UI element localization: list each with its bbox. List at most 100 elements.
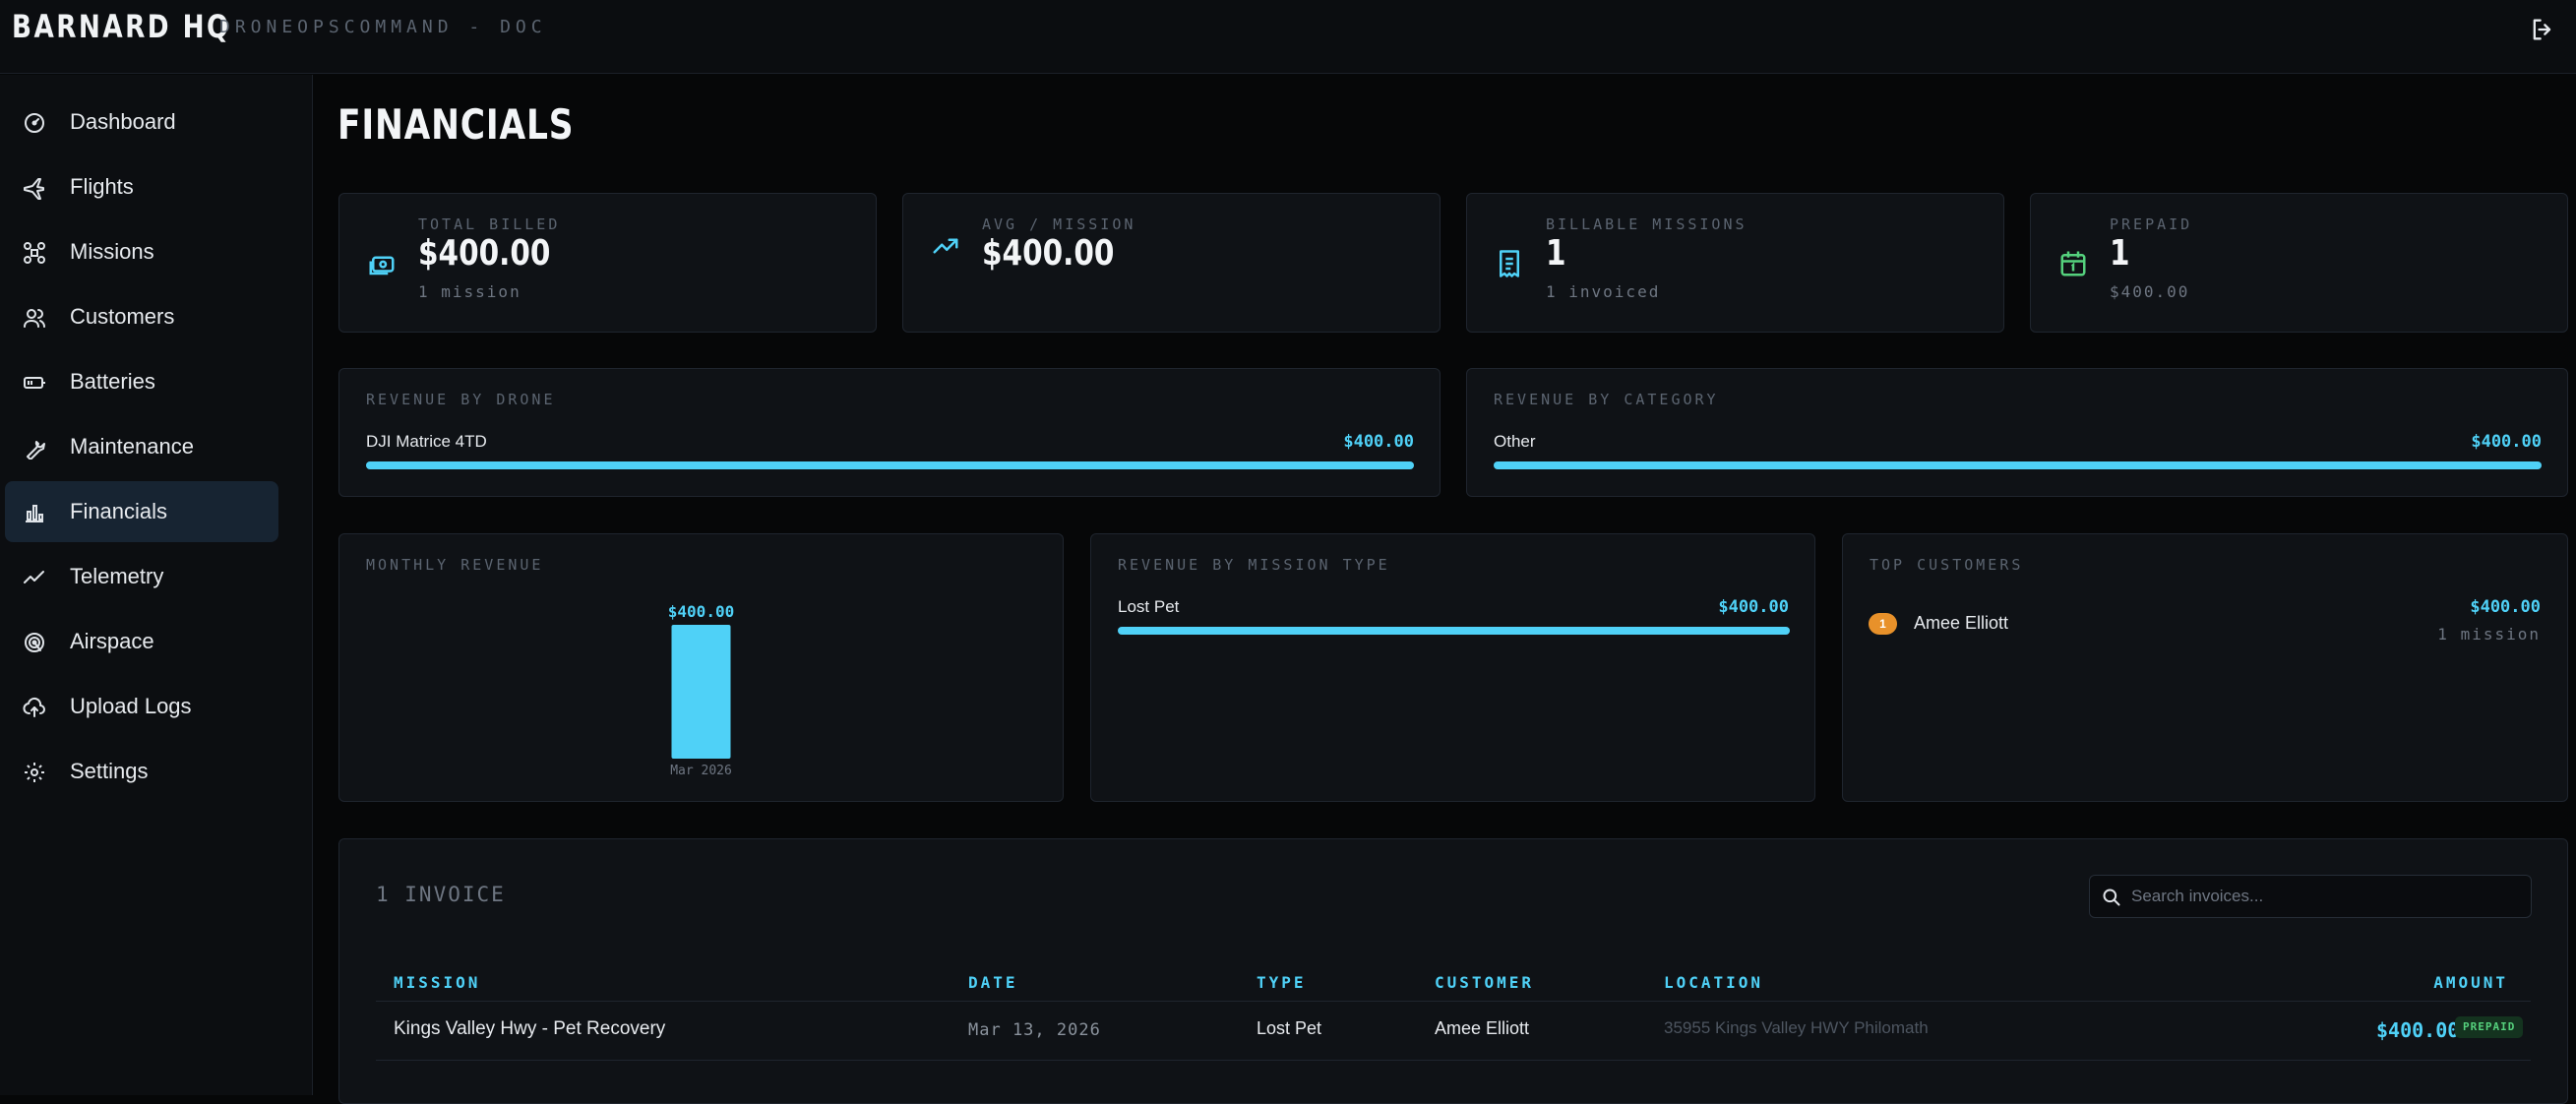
sidebar-item-label: Dashboard	[70, 109, 176, 134]
col-header-type[interactable]: TYPE	[1257, 973, 1307, 992]
drone-revenue: $400.00	[1343, 432, 1414, 452]
divider	[376, 1001, 2531, 1002]
trending-up-icon	[933, 238, 958, 254]
sidebar-item-customers[interactable]: Customers	[5, 286, 278, 347]
search-icon	[2103, 889, 2120, 906]
progress-fill	[366, 461, 1414, 469]
battery-icon	[24, 377, 45, 389]
stat-label: AVG / MISSION	[982, 215, 1136, 233]
bar-chart-icon	[26, 505, 43, 522]
sidebar-item-settings[interactable]: Settings	[5, 741, 278, 802]
bar-value-label: $400.00	[668, 602, 734, 621]
stat-card-total-billed: TOTAL BILLED $400.00 1 mission	[338, 193, 877, 333]
stat-label: TOTAL BILLED	[418, 215, 561, 233]
sidebar-item-label: Settings	[70, 759, 149, 783]
col-header-mission[interactable]: MISSION	[394, 973, 480, 992]
sidebar-item-airspace[interactable]: Airspace	[5, 611, 278, 672]
sidebar-item-flights[interactable]: Flights	[5, 156, 278, 217]
app-subtitle: DRONEOPSCOMMAND - DOC	[219, 17, 547, 37]
main-content: FINANCIALS TOTAL BILLED $400.00 1 missio…	[314, 75, 2576, 1104]
rank-badge: 1	[1869, 613, 1897, 635]
section-label: REVENUE BY DRONE	[366, 391, 556, 408]
sidebar-item-label: Customers	[70, 304, 175, 329]
sidebar-item-label: Batteries	[70, 369, 155, 394]
sidebar-item-financials[interactable]: Financials	[5, 481, 278, 542]
category-name: Other	[1494, 432, 1536, 451]
monthly-revenue-chart: $400.00 Mar 2026	[668, 602, 734, 778]
sidebar-item-label: Upload Logs	[70, 694, 192, 718]
drone-name: DJI Matrice 4TD	[366, 432, 487, 451]
progress-track	[1494, 461, 2542, 469]
col-header-amount[interactable]: AMOUNT	[2433, 973, 2508, 992]
section-label: TOP CUSTOMERS	[1870, 556, 2024, 574]
stat-label: BILLABLE MISSIONS	[1546, 215, 1748, 233]
sidebar-item-maintenance[interactable]: Maintenance	[5, 416, 278, 477]
invoice-date: Mar 13, 2026	[968, 1020, 1101, 1040]
progress-track	[1118, 627, 1790, 635]
search-input[interactable]	[2131, 876, 2525, 917]
col-header-date[interactable]: DATE	[968, 973, 1018, 992]
sidebar-item-upload-logs[interactable]: Upload Logs	[5, 676, 278, 737]
divider	[376, 1060, 2531, 1061]
stat-sub: 1 invoiced	[1546, 282, 1661, 301]
x-tick-label: Mar 2026	[670, 764, 732, 778]
brand-logo[interactable]: BARNARD HQ	[12, 8, 231, 45]
radar-icon	[25, 633, 44, 652]
customer-revenue: $400.00	[2470, 597, 2541, 617]
cloud-upload-icon	[23, 697, 45, 717]
money-icon	[369, 256, 395, 276]
sidebar-item-label: Maintenance	[70, 434, 194, 459]
chart-bar	[671, 625, 731, 759]
stat-value: $400.00	[982, 233, 1115, 274]
revenue-by-category-card: REVENUE BY CATEGORY Other $400.00	[1466, 368, 2568, 497]
sidebar: Dashboard Flights Missions Customers Bat…	[0, 75, 313, 1095]
users-icon	[24, 309, 45, 328]
status-badge: PREPAID	[2455, 1016, 2524, 1038]
sidebar-item-label: Telemetry	[70, 564, 164, 588]
revenue-by-mission-type-card: REVENUE BY MISSION TYPE Lost Pet $400.00	[1090, 533, 1815, 802]
sidebar-item-missions[interactable]: Missions	[5, 221, 278, 282]
col-header-customer[interactable]: CUSTOMER	[1435, 973, 1534, 992]
gear-icon	[25, 763, 44, 782]
col-header-location[interactable]: LOCATION	[1664, 973, 1763, 992]
progress-fill	[1494, 461, 2542, 469]
stat-label: PREPAID	[2110, 215, 2193, 233]
logout-icon[interactable]	[2529, 16, 2556, 43]
wrench-icon	[27, 441, 45, 460]
invoice-amount: $400.00	[2376, 1018, 2460, 1042]
stat-card-billable-missions: BILLABLE MISSIONS 1 1 invoiced	[1466, 193, 2004, 333]
section-label: MONTHLY REVENUE	[366, 556, 544, 574]
sidebar-item-batteries[interactable]: Batteries	[5, 351, 278, 412]
stat-card-avg-mission: AVG / MISSION $400.00	[902, 193, 1441, 333]
invoice-mission: Kings Valley Hwy - Pet Recovery	[394, 1018, 666, 1039]
stat-value: $400.00	[418, 233, 551, 274]
sidebar-item-telemetry[interactable]: Telemetry	[5, 546, 278, 607]
monthly-revenue-card: MONTHLY REVENUE $400.00 Mar 2026	[338, 533, 1064, 802]
top-bar: BARNARD HQ DRONEOPSCOMMAND - DOC	[0, 0, 2576, 74]
sidebar-item-label: Missions	[70, 239, 154, 264]
mission-type-revenue: $400.00	[1718, 597, 1789, 617]
progress-track	[366, 461, 1414, 469]
section-label: REVENUE BY CATEGORY	[1494, 391, 1719, 408]
stat-sub: 1 mission	[418, 282, 521, 301]
sidebar-item-label: Flights	[70, 174, 134, 199]
invoices-card: 1 INVOICE MISSION DATE TYPE CUSTOMER LOC…	[338, 838, 2568, 1104]
invoice-type: Lost Pet	[1257, 1018, 1322, 1038]
receipt-icon	[1500, 250, 1519, 277]
invoice-customer: Amee Elliott	[1435, 1018, 1530, 1038]
category-revenue: $400.00	[2471, 432, 2542, 452]
sidebar-item-label: Financials	[70, 499, 168, 523]
calendar-icon	[2060, 251, 2086, 276]
stat-sub: $400.00	[2110, 282, 2190, 301]
mission-type-name: Lost Pet	[1118, 597, 1180, 616]
plane-icon	[24, 178, 44, 200]
section-label: REVENUE BY MISSION TYPE	[1118, 556, 1390, 574]
top-customers-card: TOP CUSTOMERS 1 Amee Elliott $400.00 1 m…	[1842, 533, 2568, 802]
progress-fill	[1118, 627, 1790, 635]
customer-name[interactable]: Amee Elliott	[1914, 613, 2008, 634]
stat-value: 1	[2110, 233, 2130, 274]
page-title: FINANCIALS	[337, 100, 575, 149]
sidebar-item-dashboard[interactable]: Dashboard	[5, 92, 278, 153]
invoice-count: 1 INVOICE	[376, 883, 506, 906]
invoice-search	[2089, 875, 2532, 918]
